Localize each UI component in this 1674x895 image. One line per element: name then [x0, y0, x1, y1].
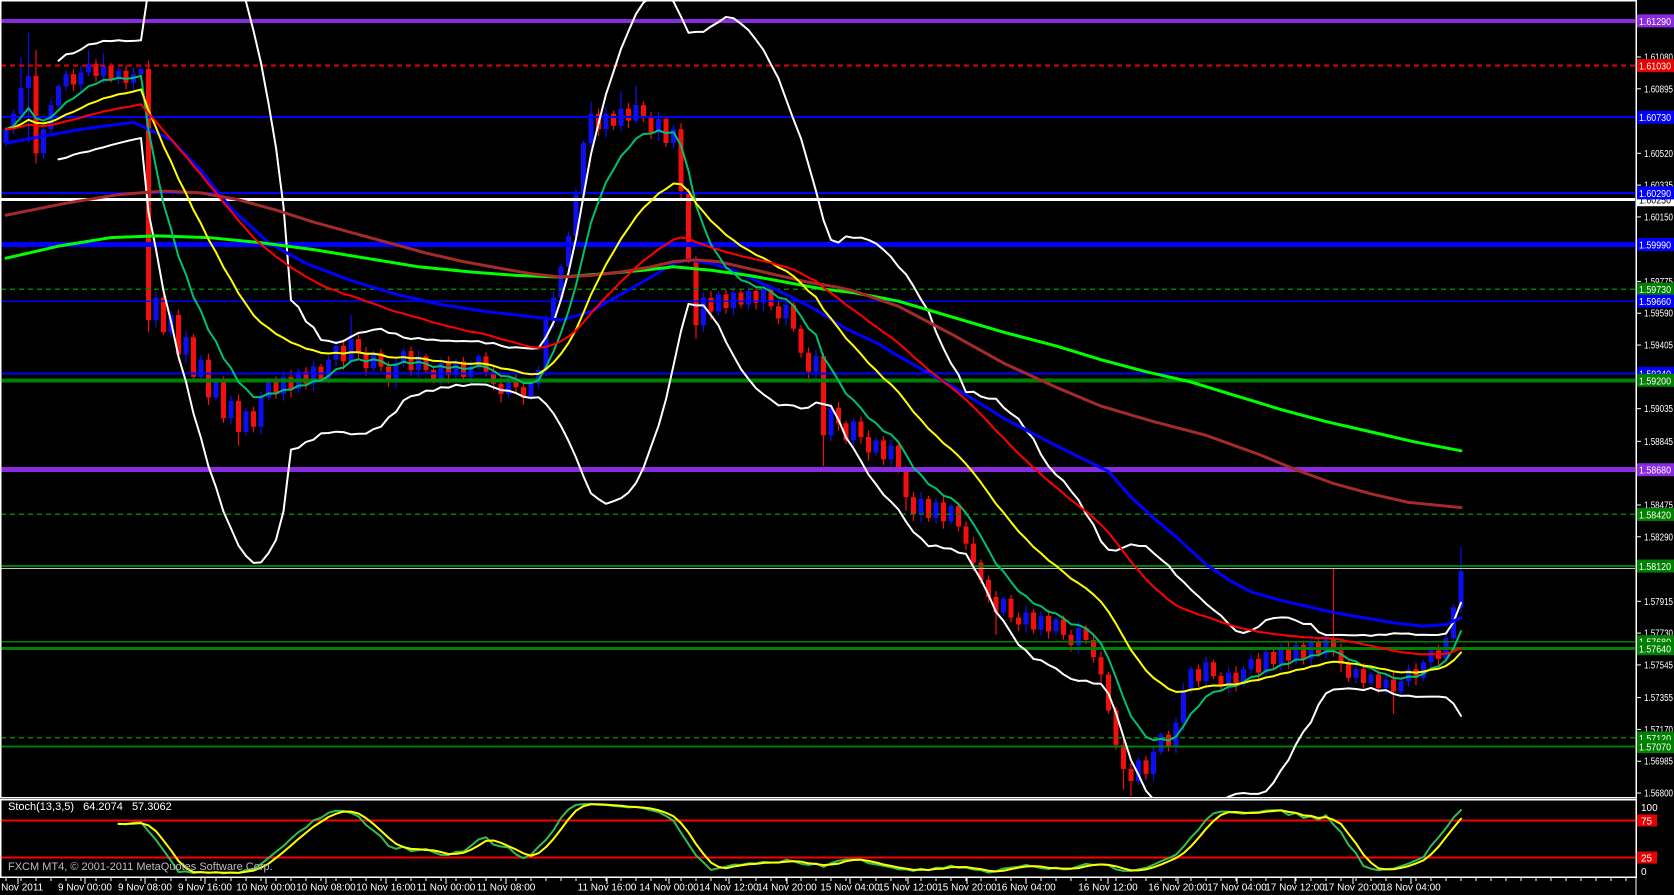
- time-axis-label: 8 Nov 2011: [0, 883, 44, 894]
- price-badge-label: 1.60730: [1639, 113, 1671, 124]
- time-axis-label: 9 Nov 00:00: [58, 883, 112, 894]
- time-axis-label: 16 Nov 20:00: [1148, 883, 1208, 894]
- stoch-level-badge-label: 75: [1641, 817, 1653, 828]
- stoch-indicator-label: Stoch(13,3,5) 64.2074 57.3062: [8, 801, 178, 813]
- stoch-scale-top: 100: [1641, 803, 1658, 814]
- price-tick-label: 1.57915: [1644, 597, 1673, 608]
- price-badge-label: 1.59730: [1639, 285, 1671, 296]
- price-badge-label: 1.59660: [1639, 297, 1671, 308]
- time-axis-label: 10 Nov 08:00: [296, 883, 356, 894]
- time-axis-label: 10 Nov 00:00: [236, 883, 296, 894]
- price-badge-label: 1.58120: [1639, 562, 1671, 573]
- time-axis-label: 18 Nov 04:00: [1381, 883, 1441, 894]
- time-axis-label: 15 Nov 20:00: [937, 883, 997, 894]
- time-axis-label: 11 Nov 00:00: [417, 883, 476, 894]
- time-axis-label: 15 Nov 12:00: [878, 883, 938, 894]
- stoch-indicator-name: Stoch(13,3,5): [8, 801, 74, 813]
- stoch-d-value: 57.3062: [132, 801, 172, 813]
- time-axis-label: 9 Nov 08:00: [118, 883, 172, 894]
- stoch-level-badge-label: 25: [1641, 854, 1653, 865]
- price-tick-label: 1.58845: [1644, 437, 1673, 448]
- price-tick-label: 1.60150: [1644, 212, 1673, 223]
- chart-background: [0, 0, 1674, 895]
- price-tick-label: 1.59035: [1644, 404, 1673, 415]
- price-tick-label: 1.56800: [1644, 789, 1673, 800]
- price-tick-label: 1.60520: [1644, 149, 1673, 160]
- price-tick-label: 1.59405: [1644, 341, 1673, 352]
- price-badge-label: 1.60290: [1639, 189, 1671, 200]
- price-badge-label: 1.59200: [1639, 376, 1671, 387]
- price-tick-label: 1.56985: [1644, 757, 1673, 768]
- price-badge-label: 1.59990: [1639, 240, 1671, 251]
- price-tick-label: 1.60895: [1644, 84, 1673, 95]
- time-axis-label: 11 Nov 16:00: [578, 883, 637, 894]
- time-axis-label: 17 Nov 12:00: [1265, 883, 1325, 894]
- time-axis-label: 11 Nov 08:00: [477, 883, 536, 894]
- price-tick-label: 1.57545: [1644, 660, 1673, 671]
- price-tick-label: 1.57355: [1644, 693, 1673, 704]
- price-badge-label: 1.61030: [1639, 62, 1671, 73]
- time-axis-label: 16 Nov 04:00: [996, 883, 1056, 894]
- time-axis-label: 16 Nov 12:00: [1078, 883, 1138, 894]
- time-axis-label: 10 Nov 16:00: [356, 883, 416, 894]
- price-badge-label: 1.61290: [1639, 17, 1671, 28]
- watermark: FXCM MT4, © 2001-2011 MetaQuotes Softwar…: [8, 861, 273, 873]
- price-badge-label: 1.58680: [1639, 466, 1671, 477]
- time-axis-label: 17 Nov 04:00: [1207, 883, 1267, 894]
- price-badge-label: 1.57070: [1639, 743, 1671, 754]
- price-tick-label: 1.59590: [1644, 309, 1673, 320]
- price-badge-label: 1.58420: [1639, 510, 1671, 521]
- time-axis-label: 14 Nov 12:00: [699, 883, 759, 894]
- stoch-k-value: 64.2074: [83, 801, 123, 813]
- time-axis-label: 9 Nov 16:00: [178, 883, 232, 894]
- chart-canvas[interactable]: 1.610801.608951.605201.603351.601501.597…: [0, 0, 1674, 895]
- chart-root: 1.610801.608951.605201.603351.601501.597…: [0, 0, 1674, 895]
- time-axis-label: 14 Nov 20:00: [757, 883, 817, 894]
- price-tick-label: 1.58290: [1644, 532, 1673, 543]
- price-badge-label: 1.57640: [1639, 645, 1671, 656]
- time-axis-label: 14 Nov 00:00: [639, 883, 699, 894]
- time-axis-label: 17 Nov 20:00: [1323, 883, 1383, 894]
- time-axis-label: 15 Nov 04:00: [820, 883, 880, 894]
- stoch-scale-bottom: 0: [1641, 867, 1647, 878]
